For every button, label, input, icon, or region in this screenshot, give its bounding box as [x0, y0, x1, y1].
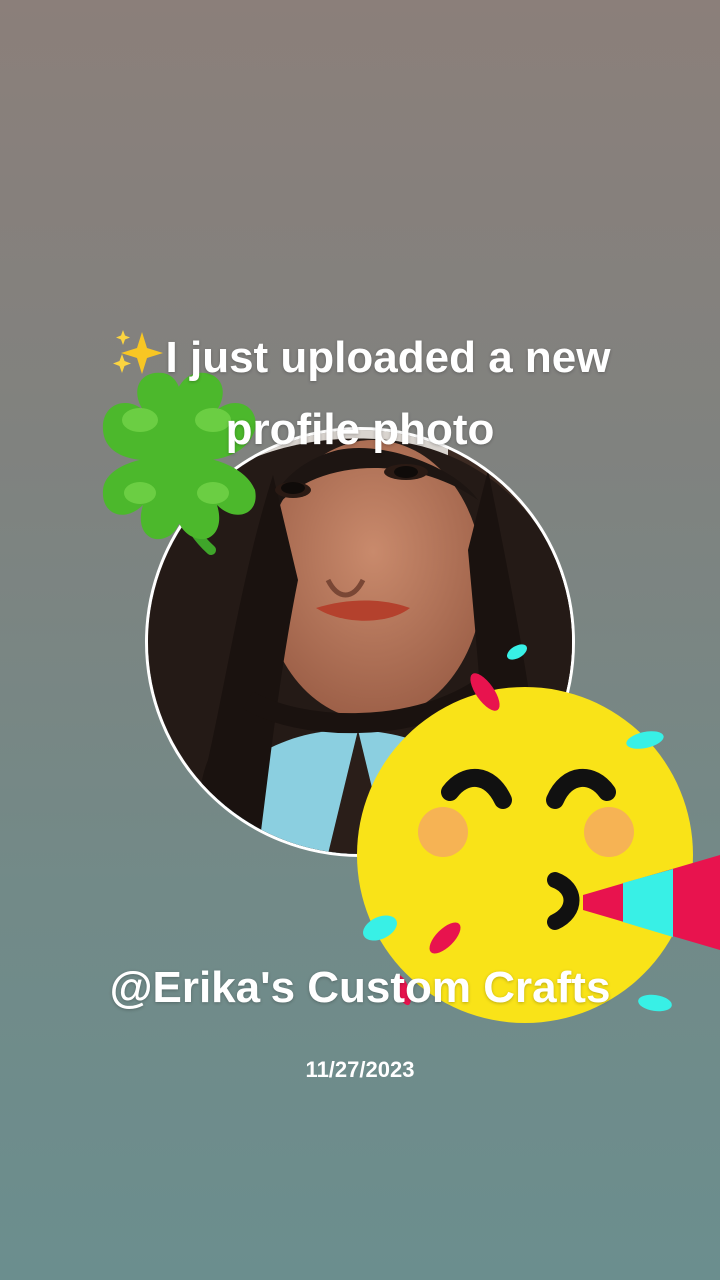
headline: I just uploaded a new profile photo: [60, 322, 660, 466]
sparkles-icon: [110, 328, 166, 378]
account-handle[interactable]: @Erika's Custom Crafts: [40, 960, 680, 1016]
post-date: 11/27/2023: [305, 1057, 415, 1082]
headline-text: I just uploaded a new profile photo: [165, 333, 611, 454]
